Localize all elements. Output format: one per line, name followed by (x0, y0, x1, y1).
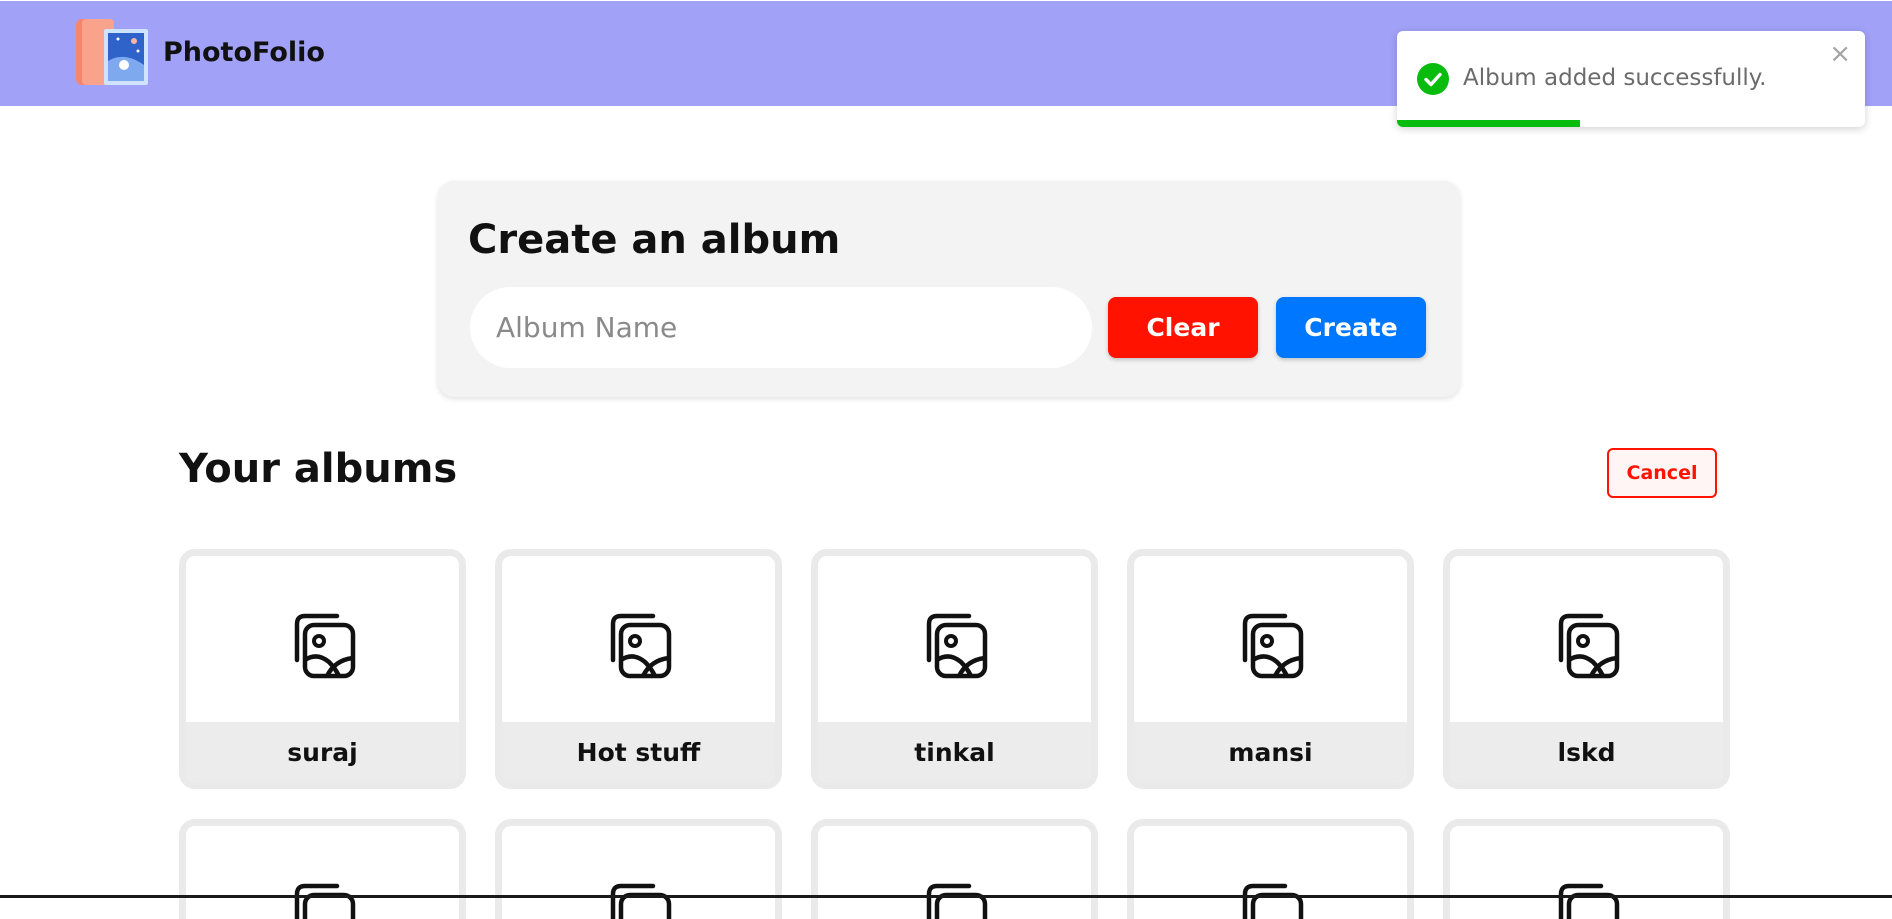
image-gallery-icon (926, 613, 988, 679)
cancel-button[interactable]: Cancel (1607, 448, 1717, 498)
album-card[interactable] (811, 819, 1098, 919)
photo-album-icon[interactable] (74, 17, 150, 91)
app-title[interactable]: PhotoFolio (163, 37, 325, 68)
create-button[interactable]: Create (1276, 297, 1426, 358)
album-card[interactable] (1443, 819, 1730, 919)
image-gallery-icon (610, 613, 672, 679)
album-name: mansi (1134, 722, 1407, 782)
image-gallery-icon (1242, 613, 1304, 679)
clear-button[interactable]: Clear (1108, 297, 1258, 358)
create-album-title: Create an album (468, 217, 841, 263)
toast-notification: Album added successfully. × (1397, 31, 1865, 127)
album-card[interactable]: suraj (179, 549, 466, 789)
toast-progress-track (1397, 120, 1865, 127)
album-name-input[interactable] (470, 287, 1092, 368)
image-gallery-icon (1558, 613, 1620, 679)
album-card[interactable] (495, 819, 782, 919)
image-gallery-icon (294, 613, 356, 679)
album-name: suraj (186, 722, 459, 782)
toast-progress-bar (1397, 120, 1580, 127)
close-icon[interactable]: × (1829, 41, 1851, 67)
album-name: Hot stuff (502, 722, 775, 782)
album-name: lskd (1450, 722, 1723, 782)
album-card[interactable] (1127, 819, 1414, 919)
check-circle-icon (1417, 63, 1449, 95)
album-card[interactable]: mansi (1127, 549, 1414, 789)
album-name: tinkal (818, 722, 1091, 782)
albums-heading: Your albums (179, 446, 458, 492)
album-card[interactable]: Hot stuff (495, 549, 782, 789)
create-album-form: Create an album Clear Create (438, 181, 1460, 397)
album-card[interactable]: lskd (1443, 549, 1730, 789)
album-card[interactable]: tinkal (811, 549, 1098, 789)
toast-message: Album added successfully. (1463, 65, 1767, 91)
album-card[interactable] (179, 819, 466, 919)
